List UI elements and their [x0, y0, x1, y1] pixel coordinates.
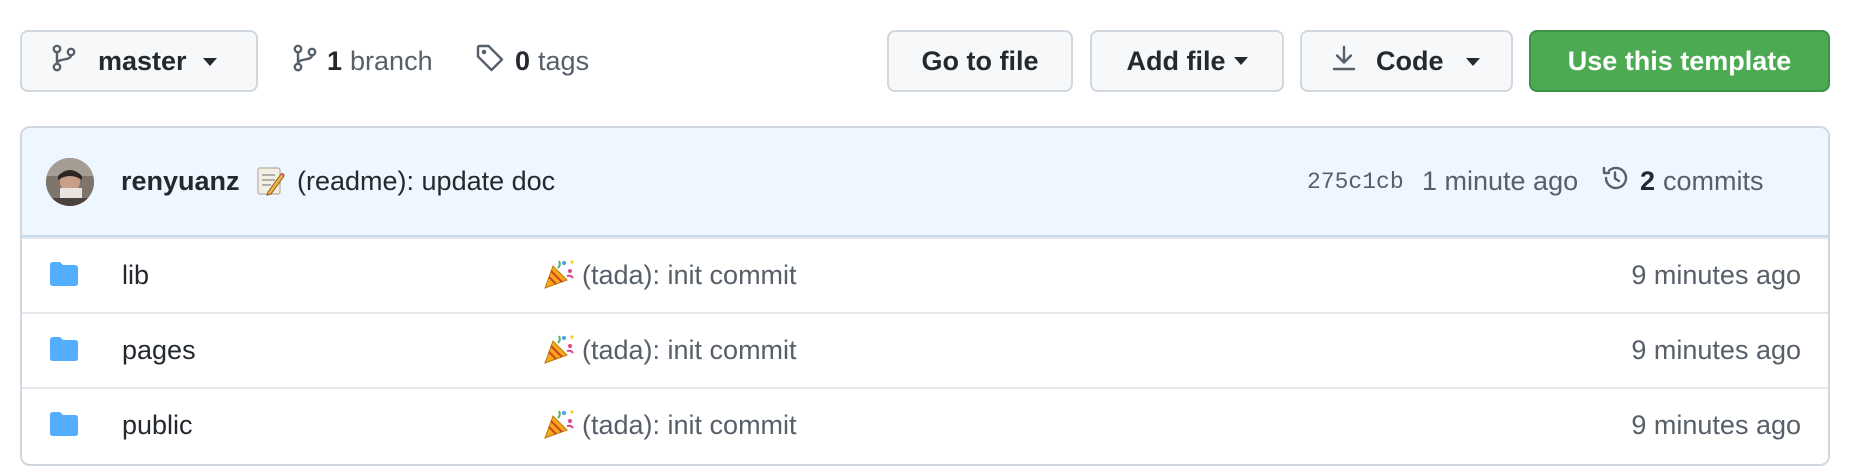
branches-link[interactable]: 1 branch	[293, 30, 433, 92]
file-row[interactable]: public (tada): init commit 9 minutes ago	[22, 387, 1828, 462]
tag-icon	[475, 43, 505, 80]
chevron-down-icon	[202, 58, 217, 66]
tags-link[interactable]: 0 tags	[475, 30, 589, 92]
history-icon	[1600, 163, 1630, 200]
folder-icon	[49, 261, 79, 292]
branch-name: master	[98, 45, 187, 76]
folder-icon	[49, 411, 79, 442]
commit-time: 1 minute ago	[1422, 166, 1579, 196]
file-row[interactable]: pages (tada): init commit 9 minutes ago	[22, 312, 1828, 387]
git-branch-icon	[293, 44, 317, 79]
download-icon	[1332, 44, 1356, 79]
branch-count-label: branch	[350, 45, 433, 76]
tag-count-label: tags	[538, 45, 590, 76]
file-commit-time: 9 minutes ago	[1631, 410, 1801, 440]
git-branch-icon	[52, 44, 76, 79]
avatar[interactable]	[46, 158, 94, 206]
use-template-label: Use this template	[1567, 45, 1792, 76]
chevron-down-icon	[1233, 57, 1248, 65]
code-label: Code	[1376, 45, 1444, 76]
commits-label: commits	[1663, 166, 1764, 196]
branch-count: 1	[327, 45, 343, 76]
file-commit-message[interactable]: (tada): init commit	[582, 389, 797, 462]
repo-toolbar: master 1 branch 0 tags Go to file Add fi…	[20, 30, 1830, 94]
add-file-label: Add file	[1126, 45, 1226, 76]
commit-sha[interactable]: 275c1cb	[1307, 128, 1404, 235]
commits-history-link[interactable]: 2 commits	[1600, 128, 1764, 235]
use-template-button[interactable]: Use this template	[1529, 30, 1830, 92]
tada-emoji	[542, 332, 576, 371]
folder-icon	[49, 336, 79, 367]
branch-select-button[interactable]: master	[20, 30, 258, 92]
file-name[interactable]: public	[122, 389, 193, 462]
file-commit-time: 9 minutes ago	[1631, 260, 1801, 290]
file-row[interactable]: lib (tada): init commit 9 minutes ago	[22, 237, 1828, 312]
tada-emoji	[542, 407, 576, 446]
add-file-button[interactable]: Add file	[1090, 30, 1284, 92]
commit-author[interactable]: renyuanz	[121, 128, 240, 235]
file-browser: renyuanz (readme): update doc 275c1cb 1 …	[20, 126, 1830, 466]
memo-emoji	[255, 166, 285, 201]
commit-count: 2	[1640, 166, 1656, 196]
tag-count: 0	[515, 45, 531, 76]
file-commit-message[interactable]: (tada): init commit	[582, 239, 797, 312]
file-commit-message[interactable]: (tada): init commit	[582, 314, 797, 387]
file-name[interactable]: pages	[122, 314, 196, 387]
chevron-down-icon	[1465, 58, 1480, 66]
commit-message[interactable]: (readme): update doc	[297, 128, 555, 235]
go-to-file-button[interactable]: Go to file	[887, 30, 1073, 92]
latest-commit-bar: renyuanz (readme): update doc 275c1cb 1 …	[22, 128, 1828, 237]
go-to-file-label: Go to file	[921, 45, 1039, 76]
tada-emoji	[542, 257, 576, 296]
code-button[interactable]: Code	[1300, 30, 1513, 92]
file-commit-time: 9 minutes ago	[1631, 335, 1801, 365]
file-name[interactable]: lib	[122, 239, 149, 312]
